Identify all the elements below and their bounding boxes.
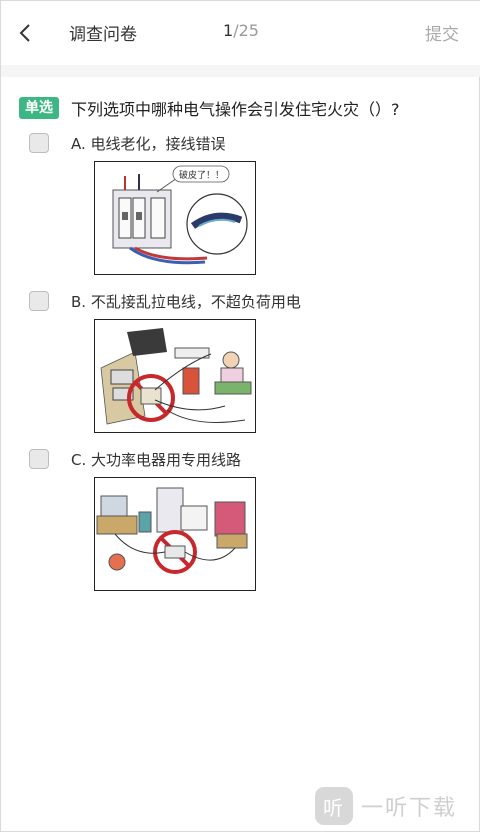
option-a-checkbox[interactable] [29, 133, 49, 153]
top-nav-bar: 调查问卷 1/25 提交 [1, 1, 480, 65]
option-c-label: C. 大功率电器用专用线路 [71, 450, 242, 469]
option-a-label: A. 电线老化，接线错误 [71, 134, 226, 153]
chevron-left-icon [19, 24, 30, 42]
option-b-row[interactable]: B. 不乱接乱拉电线，不超负荷用电 [29, 289, 449, 313]
progress-total: /25 [233, 21, 259, 40]
caption-broken-wire: 破皮了！！ [179, 169, 224, 181]
section-divider [1, 65, 480, 77]
option-c-checkbox[interactable] [29, 449, 49, 469]
option-b-illustration[interactable] [94, 319, 256, 433]
page-title: 调查问卷 [69, 25, 137, 45]
question-progress: 1/25 [223, 21, 259, 40]
option-b-label: B. 不乱接乱拉电线，不超负荷用电 [71, 292, 301, 311]
option-a-illustration[interactable]: 破皮了！！ [94, 161, 256, 275]
overloaded-outlet-illustration [100, 328, 252, 425]
option-c[interactable]: C. 大功率电器用专用线路 [29, 447, 449, 591]
appliances-dedicated-line-illustration [96, 487, 248, 574]
option-b[interactable]: B. 不乱接乱拉电线，不超负荷用电 [29, 289, 449, 433]
question-header: 单选 下列选项中哪种电气操作会引发住宅火灾（）? [19, 96, 469, 120]
progress-current: 1 [223, 21, 234, 40]
single-choice-badge: 单选 [19, 97, 59, 119]
option-c-row[interactable]: C. 大功率电器用专用线路 [29, 447, 449, 471]
electrical-panel-illustration: 破皮了！！ [112, 165, 248, 265]
watermark-logo-icon: 听 [314, 787, 353, 825]
option-a[interactable]: A. 电线老化，接线错误 破皮了！！ [29, 131, 449, 275]
site-watermark: 听 一听下载 [314, 787, 457, 825]
watermark-text: 一听下载 [360, 796, 457, 821]
option-c-illustration[interactable] [94, 477, 256, 591]
question-text: 下列选项中哪种电气操作会引发住宅火灾（）? [71, 100, 400, 119]
back-button[interactable] [11, 17, 39, 49]
submit-button[interactable]: 提交 [425, 20, 459, 45]
app-frame: 调查问卷 1/25 提交 单选 下列选项中哪种电气操作会引发住宅火灾（）? A.… [0, 0, 480, 832]
option-b-checkbox[interactable] [29, 291, 49, 311]
option-a-row[interactable]: A. 电线老化，接线错误 [29, 131, 449, 155]
